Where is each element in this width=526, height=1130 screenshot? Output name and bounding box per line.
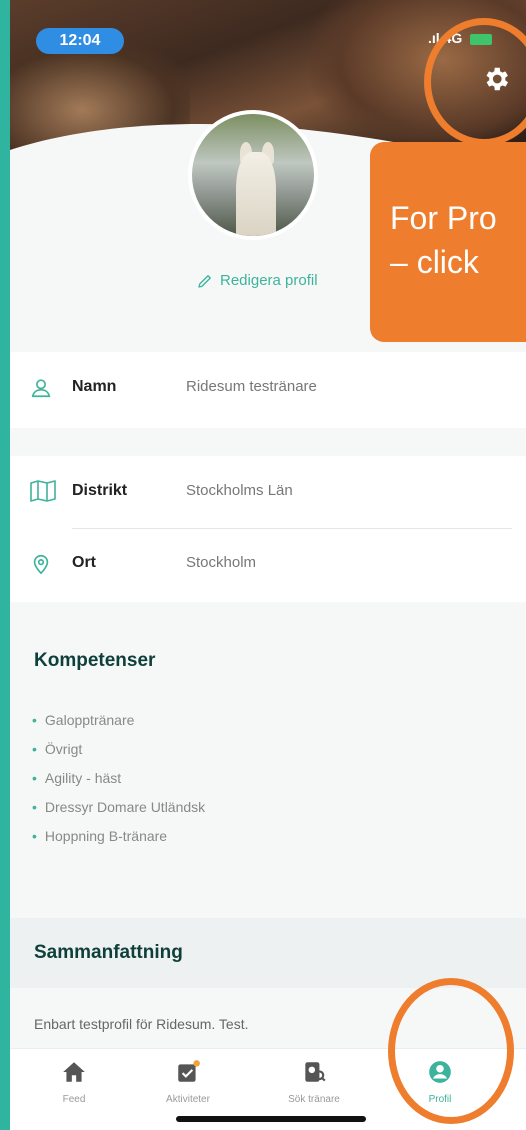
app-screen: 12:04 .ıl 4G Redigera profil Namn Ridesu… (10, 0, 526, 1130)
map-book-icon (30, 480, 56, 502)
tab-label: Sök tränare (288, 1094, 340, 1105)
tab-label: Aktiviteter (166, 1094, 210, 1105)
instruction-callout: For Pro – click (370, 142, 526, 342)
home-icon (63, 1062, 85, 1082)
competences-card: Galopptränare Övrigt Agility - häst Dres… (10, 690, 526, 880)
tab-activities[interactable]: Aktiviteter (138, 1059, 238, 1105)
tab-feed[interactable]: Feed (24, 1059, 124, 1105)
name-row: Namn Ridesum testränare (10, 368, 526, 408)
highlight-ring-profile-tab (388, 978, 514, 1124)
status-time: 12:04 (36, 28, 124, 54)
location-card: Distrikt Stockholms Län Ort Stockholm (10, 456, 526, 602)
city-row: Ort Stockholm (10, 544, 526, 584)
name-label: Namn (72, 378, 117, 395)
summary-text: Enbart testprofil för Ridesum. Test. (34, 1016, 249, 1032)
callout-line-1: For Pro (390, 200, 497, 236)
edit-profile-label: Redigera profil (220, 272, 318, 289)
summary-title: Sammanfattning (34, 942, 183, 963)
calendar-check-icon (178, 1060, 200, 1082)
home-indicator (176, 1116, 366, 1122)
district-row: Distrikt Stockholms Län (10, 472, 526, 512)
edit-profile-link[interactable]: Redigera profil (196, 272, 318, 290)
search-trainer-icon (305, 1062, 326, 1082)
tab-search-trainer[interactable]: Sök tränare (264, 1059, 364, 1105)
city-value: Stockholm (186, 554, 257, 571)
list-item: Övrigt (32, 739, 205, 768)
city-label: Ort (72, 554, 96, 571)
list-item: Agility - häst (32, 768, 205, 797)
name-card: Namn Ridesum testränare (10, 352, 526, 428)
competences-list: Galopptränare Övrigt Agility - häst Dres… (32, 710, 205, 855)
person-icon (31, 379, 51, 398)
pencil-icon (198, 275, 211, 288)
name-value: Ridesum testränare (186, 378, 317, 395)
callout-line-2: – click (390, 244, 479, 280)
competences-title: Kompetenser (34, 650, 156, 671)
district-label: Distrikt (72, 482, 128, 499)
profile-avatar[interactable] (188, 110, 318, 240)
location-pin-icon (33, 554, 49, 575)
tab-label: Feed (62, 1094, 86, 1105)
list-item: Galopptränare (32, 710, 205, 739)
list-item: Dressyr Domare Utländsk (32, 797, 205, 826)
divider (72, 528, 512, 529)
list-item: Hoppning B-tränare (32, 826, 205, 855)
district-value: Stockholms Län (186, 482, 293, 499)
